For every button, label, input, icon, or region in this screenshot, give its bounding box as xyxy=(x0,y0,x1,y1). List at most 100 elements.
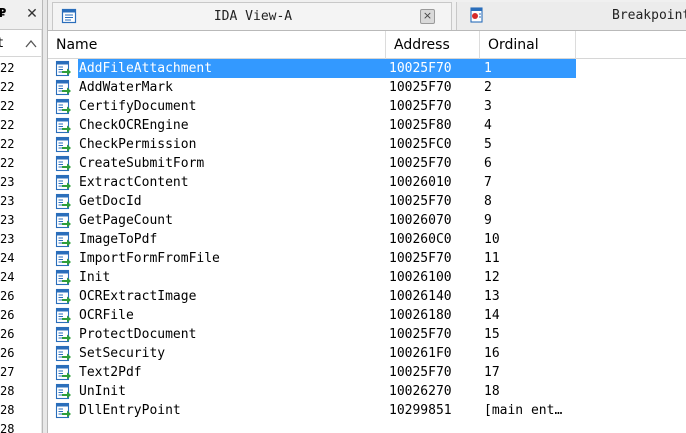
row-name: ProtectDocument xyxy=(79,327,197,342)
exports-list: AddFileAttachment 10025F70 1 AddWaterMar… xyxy=(48,59,686,420)
table-row[interactable]: ImportFormFromFile 10025F70 11 xyxy=(48,249,686,268)
export-entry-icon xyxy=(55,98,71,115)
left-list-item[interactable]: 22 xyxy=(0,135,20,154)
column-header-row: Name Address Ordinal xyxy=(48,31,686,59)
row-address: 10025F70 xyxy=(389,365,452,380)
table-row[interactable]: CreateSubmitForm 10025F70 6 xyxy=(48,154,686,173)
row-name: OCRFile xyxy=(79,308,134,323)
row-name: OCRExtractImage xyxy=(79,289,197,304)
table-row[interactable]: SetSecurity 100261F0 16 xyxy=(48,344,686,363)
close-icon[interactable]: ✕ xyxy=(24,6,40,22)
row-address: 10026180 xyxy=(389,308,452,323)
row-address: 10025F70 xyxy=(389,156,452,171)
row-name: CreateSubmitForm xyxy=(79,156,205,171)
breakpoint-icon xyxy=(470,7,483,23)
table-row[interactable]: UnInit 10026270 18 xyxy=(48,382,686,401)
left-header-label: t xyxy=(0,36,3,51)
row-ordinal: 17 xyxy=(484,365,500,380)
table-row[interactable]: DllEntryPoint 10299851 [main ent… xyxy=(48,401,686,420)
row-address: 100260C0 xyxy=(389,232,452,247)
tab-ida-view[interactable]: IDA View-A × xyxy=(52,2,452,30)
left-list-item[interactable]: 22 xyxy=(0,78,20,97)
row-name: Text2Pdf xyxy=(79,365,142,380)
left-list-item[interactable]: 26 xyxy=(0,306,20,325)
left-list-item[interactable]: 26 xyxy=(0,287,20,306)
left-list-item[interactable]: 26 xyxy=(0,325,20,344)
row-address: 10025F70 xyxy=(389,99,452,114)
row-ordinal: 15 xyxy=(484,327,500,342)
left-list-item[interactable]: 22 xyxy=(0,116,20,135)
row-ordinal: 18 xyxy=(484,384,500,399)
row-name: GetDocId xyxy=(79,194,142,209)
row-ordinal: 5 xyxy=(484,137,492,152)
left-list-item[interactable]: 24 xyxy=(0,268,20,287)
row-ordinal: 2 xyxy=(484,80,492,95)
table-row[interactable]: ExtractContent 10026010 7 xyxy=(48,173,686,192)
left-column-header[interactable]: t xyxy=(0,31,42,57)
export-entry-icon xyxy=(55,117,71,134)
left-list-item[interactable]: 23 xyxy=(0,173,20,192)
tab-ida-view-label: IDA View-A xyxy=(213,9,293,24)
export-entry-icon xyxy=(55,364,71,381)
left-list-item[interactable]: 28 xyxy=(0,401,20,420)
left-list-item[interactable]: 23 xyxy=(0,230,20,249)
tab-breakpoints[interactable]: Breakpoint xyxy=(456,2,686,30)
left-list-item[interactable]: 24 xyxy=(0,249,20,268)
row-ordinal: 9 xyxy=(484,213,492,228)
row-ordinal: 7 xyxy=(484,175,492,190)
export-entry-icon xyxy=(55,269,71,286)
left-list-item[interactable]: 22 xyxy=(0,154,20,173)
export-entry-icon xyxy=(55,79,71,96)
column-header-address[interactable]: Address xyxy=(386,31,480,59)
tab-bar: IDA View-A × Breakpoint xyxy=(48,0,686,31)
export-entry-icon xyxy=(55,288,71,305)
table-row[interactable]: GetPageCount 10026070 9 xyxy=(48,211,686,230)
row-ordinal: 14 xyxy=(484,308,500,323)
row-name: ExtractContent xyxy=(79,175,189,190)
export-entry-icon xyxy=(55,174,71,191)
left-list-item[interactable]: 23 xyxy=(0,192,20,211)
row-name: UnInit xyxy=(79,384,126,399)
row-ordinal: 8 xyxy=(484,194,492,209)
row-address: 10026270 xyxy=(389,384,452,399)
left-list-item[interactable]: 28 xyxy=(0,382,20,401)
row-address: 10025F80 xyxy=(389,118,452,133)
table-row[interactable]: OCRFile 10026180 14 xyxy=(48,306,686,325)
table-row[interactable]: Text2Pdf 10025F70 17 xyxy=(48,363,686,382)
left-list-item[interactable]: 22 xyxy=(0,97,20,116)
table-row[interactable]: OCRExtractImage 10026140 13 xyxy=(48,287,686,306)
left-list-item[interactable]: 26 xyxy=(0,344,20,363)
export-entry-icon xyxy=(55,60,71,77)
export-entry-icon xyxy=(55,193,71,210)
table-row[interactable]: ImageToPdf 100260C0 10 xyxy=(48,230,686,249)
row-name: DllEntryPoint xyxy=(79,403,181,418)
row-address: 10025F70 xyxy=(389,251,452,266)
left-list-item[interactable]: 23 xyxy=(0,211,20,230)
sort-up-icon[interactable] xyxy=(25,38,37,50)
table-row[interactable]: AddWaterMark 10025F70 2 xyxy=(48,78,686,97)
table-row[interactable]: CheckOCREngine 10025F80 4 xyxy=(48,116,686,135)
table-row[interactable]: Init 10026100 12 xyxy=(48,268,686,287)
row-ordinal: 1 xyxy=(484,61,492,76)
row-ordinal: 11 xyxy=(484,251,500,266)
row-address: 10025F70 xyxy=(389,327,452,342)
row-address: 100261F0 xyxy=(389,346,452,361)
tab-breakpoints-label: Breakpoint xyxy=(612,8,686,23)
table-row[interactable]: ProtectDocument 10025F70 15 xyxy=(48,325,686,344)
left-list-item[interactable]: 27 xyxy=(0,363,20,382)
table-row[interactable]: CertifyDocument 10025F70 3 xyxy=(48,97,686,116)
table-row[interactable]: AddFileAttachment 10025F70 1 xyxy=(48,59,686,78)
export-entry-icon xyxy=(55,326,71,343)
row-ordinal: 6 xyxy=(484,156,492,171)
column-header-name[interactable]: Name xyxy=(48,31,386,59)
table-row[interactable]: CheckPermission 10025FC0 5 xyxy=(48,135,686,154)
column-header-ordinal[interactable]: Ordinal xyxy=(480,31,576,59)
export-entry-icon xyxy=(55,345,71,362)
export-entry-icon xyxy=(55,155,71,172)
tab-close-icon[interactable]: × xyxy=(420,9,435,24)
left-tab-label[interactable]: ₽ xyxy=(0,6,6,20)
left-list-item[interactable]: 22 xyxy=(0,59,20,78)
row-name: AddWaterMark xyxy=(79,80,173,95)
left-list-item[interactable]: 28 xyxy=(0,420,20,433)
table-row[interactable]: GetDocId 10025F70 8 xyxy=(48,192,686,211)
